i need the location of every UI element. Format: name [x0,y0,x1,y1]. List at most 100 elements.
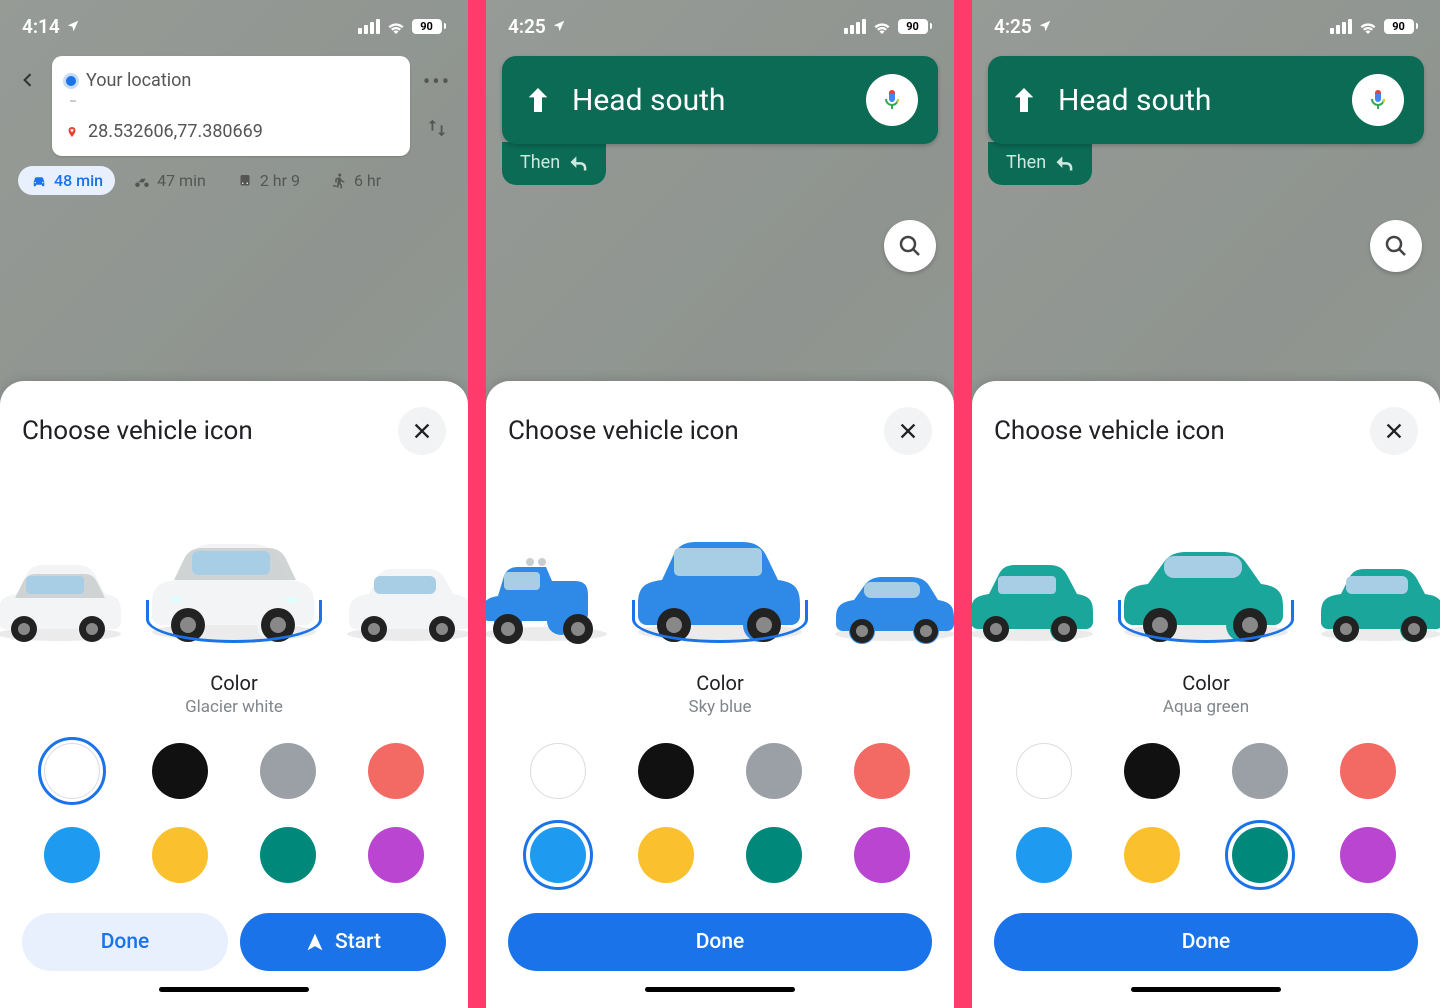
chevron-left-icon [18,70,38,90]
vehicle-option-prev[interactable] [0,529,134,649]
cell-signal-icon [1330,19,1352,34]
wifi-icon [1358,19,1378,34]
vehicle-icon-sheet: Choose vehicle icon Color Glacier white … [0,381,468,1008]
wifi-icon [386,19,406,34]
navigation-banner[interactable]: Head south [502,56,938,144]
color-swatch-coral[interactable] [368,743,424,799]
more-options-button[interactable]: ••• [423,70,451,95]
phone-screen-1: 4:14 90 Your location [0,0,468,1008]
color-swatch-black[interactable] [152,743,208,799]
close-icon [411,420,433,442]
origin-field[interactable]: Your location [52,62,410,99]
color-swatch-purple[interactable] [854,827,910,883]
search-button[interactable] [1370,220,1422,272]
color-swatch-glacier-white[interactable] [530,743,586,799]
color-swatch-sky-blue[interactable] [44,827,100,883]
selected-color-name: Glacier white [22,697,446,717]
done-button[interactable]: Done [508,913,932,971]
route-planner: Your location 28.532606,77.380669 ••• [14,56,454,156]
travel-mode-row: 48 min 47 min 2 hr 9 6 hr [14,156,454,205]
status-time: 4:25 [508,15,546,38]
color-swatch-sky-blue[interactable] [530,827,586,883]
sheet-button-row: DoneStart [22,913,446,971]
phone-screen-3: 4:25 90 Head south Then Choose vehicle i… [972,0,1440,1008]
phone-screen-2: 4:25 90 Head south Then Choose vehicle i… [486,0,954,1008]
vehicle-option-next[interactable] [334,529,468,649]
color-heading: Color [994,671,1418,695]
color-swatch-black[interactable] [638,743,694,799]
voice-button[interactable] [866,74,918,126]
voice-button[interactable] [1352,74,1404,126]
location-arrow-icon [66,19,80,33]
done-button[interactable]: Done [994,913,1418,971]
close-button[interactable] [398,407,446,455]
vehicle-option-prev[interactable] [486,529,620,649]
color-swatch-yellow[interactable] [1124,827,1180,883]
color-swatch-aqua-green[interactable] [1232,827,1288,883]
walk-icon [330,172,348,190]
color-swatch-purple[interactable] [368,827,424,883]
color-swatch-aqua-green[interactable] [260,827,316,883]
home-indicator [159,987,309,992]
color-swatch-black[interactable] [1124,743,1180,799]
color-swatch-grid [508,717,932,895]
sheet-title: Choose vehicle icon [508,416,739,446]
start-button[interactable]: Start [240,913,446,971]
color-swatch-grey[interactable] [1232,743,1288,799]
vehicle-option-selected[interactable] [1106,499,1306,649]
selected-color-name: Aqua green [994,697,1418,717]
color-swatch-coral[interactable] [1340,743,1396,799]
close-icon [897,420,919,442]
vehicle-carousel[interactable] [972,479,1440,649]
color-swatch-coral[interactable] [854,743,910,799]
navigation-banner[interactable]: Head south [988,56,1424,144]
vehicle-option-next[interactable] [820,529,954,649]
cell-signal-icon [844,19,866,34]
vehicle-option-selected[interactable] [134,499,334,649]
battery-indicator: 90 [1384,19,1419,34]
travel-mode-drive[interactable]: 48 min [18,166,115,195]
close-button[interactable] [884,407,932,455]
next-step-chip[interactable]: Then [988,142,1092,185]
vehicle-option-prev[interactable] [972,529,1106,649]
wifi-icon [872,19,892,34]
swap-icon[interactable] [426,117,448,139]
color-swatch-purple[interactable] [1340,827,1396,883]
color-heading: Color [508,671,932,695]
travel-mode-moto[interactable]: 47 min [121,166,218,195]
color-swatch-yellow[interactable] [638,827,694,883]
done-button[interactable]: Done [22,913,228,971]
color-swatch-yellow[interactable] [152,827,208,883]
sheet-title: Choose vehicle icon [994,416,1225,446]
color-swatch-grey[interactable] [746,743,802,799]
arrow-up-icon [1008,84,1040,116]
color-swatch-sky-blue[interactable] [1016,827,1072,883]
turn-left-icon [568,153,588,173]
back-button[interactable] [14,56,42,90]
color-swatch-grid [22,717,446,895]
status-bar: 4:25 90 [972,0,1440,44]
color-swatch-grey[interactable] [260,743,316,799]
color-swatch-glacier-white[interactable] [1016,743,1072,799]
battery-indicator: 90 [898,19,933,34]
color-heading: Color [22,671,446,695]
travel-mode-walk[interactable]: 6 hr [318,166,393,195]
vehicle-icon-sheet: Choose vehicle icon Color Sky blue Done [486,381,954,1008]
travel-mode-transit[interactable]: 2 hr 9 [224,166,312,195]
status-bar: 4:14 90 [0,0,468,44]
mic-icon [880,88,904,112]
mic-icon [1366,88,1390,112]
sheet-button-row: Done [508,913,932,971]
next-step-chip[interactable]: Then [502,142,606,185]
vehicle-option-next[interactable] [1306,529,1440,649]
vehicle-option-selected[interactable] [620,499,820,649]
color-swatch-grid [994,717,1418,895]
search-button[interactable] [884,220,936,272]
vehicle-carousel[interactable] [486,479,954,649]
close-button[interactable] [1370,407,1418,455]
color-swatch-glacier-white[interactable] [44,743,100,799]
search-icon [1384,234,1408,258]
destination-field[interactable]: 28.532606,77.380669 [52,113,410,150]
color-swatch-aqua-green[interactable] [746,827,802,883]
vehicle-carousel[interactable] [0,479,468,649]
